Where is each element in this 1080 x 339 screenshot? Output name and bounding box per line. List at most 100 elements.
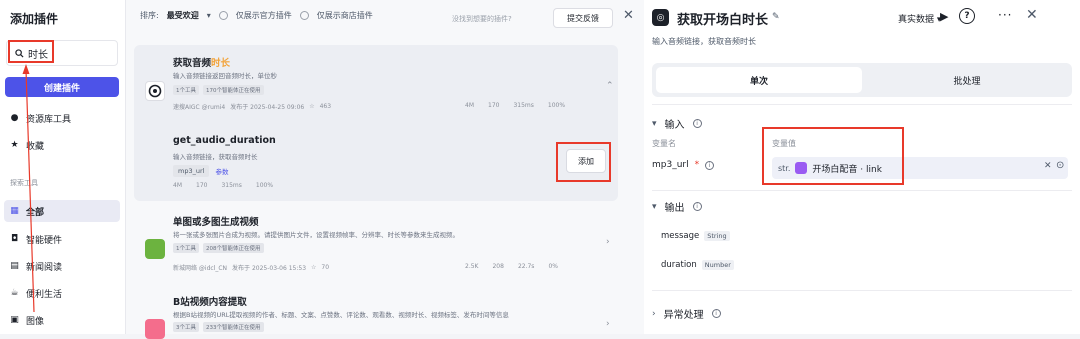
image-icon: ▣ [10, 315, 19, 325]
official-filter-radio[interactable] [218, 11, 228, 20]
plugin-title: 单图或多图生成视频 [173, 217, 259, 228]
settings-icon[interactable]: ⊙ [1056, 160, 1064, 171]
output-row: message String [661, 231, 730, 241]
highlight-box-value [762, 127, 904, 185]
stat-success: 0% [548, 263, 558, 270]
openai-logo-icon: ◎ [652, 9, 669, 26]
plugin-meta: 速搜AIGC @rumi4 发布于 2025-04-25 09:06 ☆ 463 [173, 102, 331, 111]
star-icon: ★ [10, 140, 19, 150]
edit-icon[interactable]: ✎ [772, 12, 780, 22]
usage-tag: 208个智能体正在使用 [203, 243, 264, 253]
play-icon[interactable]: ▶ [940, 10, 948, 23]
stat-bots: 208 [492, 263, 504, 270]
stat-bots: 170 [196, 182, 208, 189]
chevron-right-icon[interactable]: › [606, 237, 610, 247]
variable-name-text: mp3_url [652, 160, 689, 170]
plugin-card[interactable]: 单图或多图生成视频 将一张或多张图片合成为视频。请提供图片文件，设置视频帧率、分… [134, 205, 618, 285]
divider [652, 104, 1072, 105]
param-tag: mp3_url [173, 165, 210, 177]
sidebar-item-hardware[interactable]: ◘ 智能硬件 [10, 233, 63, 247]
star-icon: ☆ [311, 264, 317, 271]
official-filter-label: 仅展示官方插件 [235, 11, 292, 20]
device-icon: ◘ [10, 234, 19, 244]
section-label: 异常处理 [663, 310, 704, 321]
grid-icon: ▦ [10, 205, 19, 216]
sidebar-item-label: 智能硬件 [26, 236, 63, 246]
sidebar-item-label: 资源库工具 [26, 115, 72, 125]
sidebar-item-library[interactable]: ● 资源库工具 [10, 112, 72, 126]
plugin-desc: 输入音频链接返回音频时长，单位秒 [173, 72, 277, 80]
info-icon: i [705, 160, 715, 170]
filter-bar: 排序: 最受欢迎 ▾ 仅展示官方插件 仅展示商店插件 [140, 10, 373, 21]
output-row: duration Number [661, 260, 734, 270]
publish-date: 发布于 2025-03-06 15:53 [232, 265, 307, 272]
plugin-stats: 2.5K 208 22.7s 0% [465, 263, 558, 270]
chevron-right-icon[interactable]: › [606, 319, 610, 329]
stat-bots: 170 [488, 102, 500, 109]
plugin-tags: 1个工具 170个智能体正在使用 [173, 85, 264, 95]
output-type: Number [701, 260, 734, 270]
highlight-box-search [8, 40, 54, 63]
output-name: duration [661, 260, 697, 270]
output-type: String [704, 231, 730, 241]
author: 速搜AIGC @rumi4 [173, 104, 226, 111]
tab-batch[interactable]: 批处理 [866, 67, 1068, 93]
tool-desc: 输入音频链接，获取音频时长 [173, 153, 258, 161]
data-mode-value: 真实数据 [898, 15, 935, 25]
store-filter-radio[interactable] [299, 11, 309, 20]
clear-icon[interactable]: ✕ [1044, 161, 1052, 171]
sidebar-item-news[interactable]: ▤ 新闻阅读 [10, 260, 62, 274]
close-icon[interactable]: ✕ [1026, 7, 1038, 23]
more-icon[interactable]: ··· [998, 8, 1012, 22]
publish-date: 发布于 2025-04-25 09:06 [230, 104, 305, 111]
create-plugin-button[interactable]: 创建插件 [5, 77, 119, 97]
sidebar-item-life[interactable]: ☕ 便利生活 [10, 287, 62, 301]
input-section-header[interactable]: ▾ 输入 i [652, 116, 702, 131]
sidebar-title: 添加插件 [10, 12, 59, 26]
section-label: 输出 [664, 203, 685, 214]
output-section-header[interactable]: ▾ 输出 i [652, 199, 702, 214]
highlight-box-add [556, 142, 611, 182]
sidebar-section-label: 探索工具 [10, 179, 38, 187]
plugin-tags: 3个工具 233个智能体正在使用 [173, 322, 264, 332]
bilibili-logo-icon [145, 319, 165, 339]
node-desc: 输入音频链接，获取音频时长 [652, 37, 756, 46]
sidebar-item-image[interactable]: ▣ 图像 [10, 314, 44, 328]
openai-logo-icon [145, 81, 165, 101]
chevron-down-icon: ▾ [652, 118, 657, 129]
help-icon[interactable]: ? [959, 8, 975, 24]
plugin-stats: 4M 170 315ms 100% [465, 102, 565, 109]
error-section-header[interactable]: › 异常处理 i [652, 306, 721, 321]
sidebar-item-label: 全部 [26, 207, 45, 218]
sort-label: 排序: [140, 11, 159, 20]
feedback-button[interactable]: 提交反馈 [553, 8, 613, 28]
sidebar-item-favorites[interactable]: ★ 收藏 [10, 139, 44, 153]
tool-name: get_audio_duration [173, 135, 276, 146]
plugin-title: B站视频内容提取 [173, 297, 247, 308]
plugin-title: 获取音频时长 [173, 58, 231, 69]
chevron-down-icon: ▾ [206, 11, 211, 20]
info-icon: i [711, 309, 721, 318]
chevron-right-icon: › [652, 308, 656, 319]
stat-latency: 315ms [221, 182, 242, 189]
sort-select[interactable]: 最受欢迎 [167, 10, 199, 21]
tool-count-tag: 1个工具 [173, 243, 199, 253]
sidebar-item-all[interactable]: ▦ 全部 [4, 200, 120, 222]
output-name: message [661, 231, 700, 241]
plugin-card[interactable]: 获取音频时长 输入音频链接返回音频时长，单位秒 1个工具 170个智能体正在使用… [134, 45, 618, 201]
data-mode-select[interactable]: 真实数据 ▾ [898, 12, 941, 25]
chevron-up-icon[interactable]: ⌃ [606, 81, 614, 91]
tool-stats: 4M 170 315ms 100% [173, 182, 273, 189]
cup-icon: ☕ [10, 288, 19, 298]
params-link[interactable]: 参数 [215, 166, 228, 176]
tool-params: mp3_url 参数 [173, 165, 228, 177]
stat-calls: 4M [465, 102, 474, 109]
app-root: 添加插件 时长 创建插件 ● 资源库工具 ★ 收藏 探索工具 ▦ 全部 ◘ 智能… [0, 0, 1080, 339]
column-header-name: 变量名 [652, 139, 676, 148]
close-icon[interactable]: ✕ [623, 8, 634, 23]
tool-count-tag: 1个工具 [173, 85, 199, 95]
plugin-card[interactable]: B站视频内容提取 根据B站视频的URL提取视频的作者、标题、文案、点赞数、评论数… [134, 289, 618, 339]
plugin-logo-icon [145, 239, 165, 259]
newspaper-icon: ▤ [10, 261, 19, 271]
tab-single[interactable]: 单次 [656, 67, 862, 93]
